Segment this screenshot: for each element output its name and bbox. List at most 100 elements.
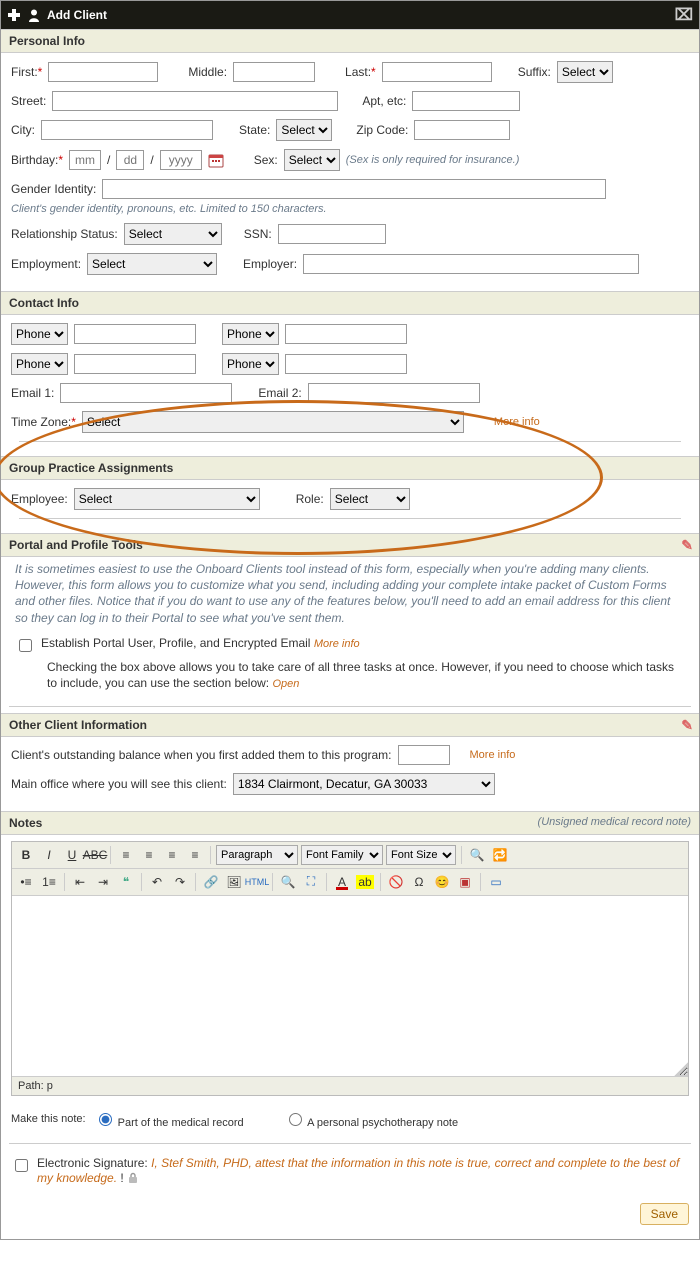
ssn-input[interactable]: [278, 224, 386, 244]
employee-select[interactable]: Select: [74, 488, 260, 510]
phone-1-input[interactable]: [74, 324, 196, 344]
section-portal-tools: Portal and Profile Tools ✎: [1, 533, 699, 557]
bullet-list-button[interactable]: •≡: [16, 872, 36, 892]
editor-toolbar-2: •≡ 1≡ ⇤ ⇥ ❝ ↶ ↷ 🔗 🖼 HTML 🔍 ⛶ A ab 🚫 Ω 😊 …: [12, 869, 688, 896]
phone-type-3[interactable]: Phone: [11, 353, 68, 375]
label-outstanding-balance: Client's outstanding balance when you fi…: [11, 748, 392, 762]
indent-button[interactable]: ⇥: [93, 872, 113, 892]
zip-input[interactable]: [414, 120, 510, 140]
sex-select[interactable]: Select: [284, 149, 340, 171]
media-button[interactable]: ▣: [455, 872, 475, 892]
label-zip: Zip Code:: [356, 123, 408, 137]
edit-icon[interactable]: ✎: [681, 537, 693, 554]
outdent-button[interactable]: ⇤: [70, 872, 90, 892]
last-input[interactable]: [382, 62, 492, 82]
signature-checkbox[interactable]: [15, 1159, 28, 1172]
state-select[interactable]: Select: [276, 119, 332, 141]
main-office-select[interactable]: 1834 Clairmont, Decatur, GA 30033: [233, 773, 495, 795]
html-button[interactable]: HTML: [247, 872, 267, 892]
save-button[interactable]: Save: [640, 1203, 689, 1225]
font-color-button[interactable]: A: [332, 872, 352, 892]
number-list-button[interactable]: 1≡: [39, 872, 59, 892]
paragraph-select[interactable]: Paragraph: [216, 845, 298, 865]
label-street: Street:: [11, 94, 46, 108]
phone-type-2[interactable]: Phone: [222, 323, 279, 345]
make-note-label: Make this note:: [11, 1113, 86, 1125]
clear-format-button[interactable]: 🚫: [386, 872, 406, 892]
role-select[interactable]: Select: [330, 488, 410, 510]
label-employee: Employee:: [11, 492, 68, 506]
suffix-select[interactable]: Select: [557, 61, 613, 83]
employer-input[interactable]: [303, 254, 639, 274]
label-suffix: Suffix:: [518, 65, 551, 79]
strike-button[interactable]: ABC: [85, 845, 105, 865]
apt-input[interactable]: [412, 91, 520, 111]
street-input[interactable]: [52, 91, 338, 111]
birthday-yyyy[interactable]: [160, 150, 202, 170]
email1-input[interactable]: [60, 383, 232, 403]
section-title: Portal and Profile Tools: [9, 538, 143, 552]
phone-2-input[interactable]: [285, 324, 407, 344]
establish-portal-more-info[interactable]: More info: [314, 638, 360, 650]
label-ssn: SSN:: [244, 227, 272, 241]
bg-color-button[interactable]: ab: [355, 872, 375, 892]
preview-button[interactable]: 🔍: [278, 872, 298, 892]
phone-3-input[interactable]: [74, 354, 196, 374]
phone-type-4[interactable]: Phone: [222, 353, 279, 375]
label-role: Role:: [296, 492, 324, 506]
align-center-button[interactable]: ≡: [139, 845, 159, 865]
gender-hint: Client's gender identity, pronouns, etc.…: [11, 203, 689, 215]
birthday-dd[interactable]: [116, 150, 144, 170]
signature-bang: !: [120, 1171, 123, 1185]
close-icon[interactable]: ⌧: [675, 5, 693, 25]
gender-input[interactable]: [102, 179, 606, 199]
timezone-more-info[interactable]: More info: [494, 416, 540, 428]
first-input[interactable]: [48, 62, 158, 82]
font-size-select[interactable]: Font Size: [386, 845, 456, 865]
align-left-button[interactable]: ≡: [116, 845, 136, 865]
italic-button[interactable]: I: [39, 845, 59, 865]
city-input[interactable]: [41, 120, 213, 140]
phone-type-1[interactable]: Phone: [11, 323, 68, 345]
employment-select[interactable]: Select: [87, 253, 217, 275]
balance-input[interactable]: [398, 745, 450, 765]
calendar-icon[interactable]: [208, 153, 224, 168]
notes-subtitle: (Unsigned medical record note): [538, 816, 691, 828]
special-char-button[interactable]: Ω: [409, 872, 429, 892]
editor-textarea[interactable]: [12, 896, 688, 1076]
section-notes: Notes (Unsigned medical record note): [1, 811, 699, 835]
birthday-mm[interactable]: [69, 150, 101, 170]
image-button[interactable]: 🖼: [224, 872, 244, 892]
label-first: First:*: [11, 65, 42, 79]
bold-button[interactable]: B: [16, 845, 36, 865]
phone-4-input[interactable]: [285, 354, 407, 374]
label-birthday: Birthday:*: [11, 153, 63, 167]
align-right-button[interactable]: ≡: [162, 845, 182, 865]
redo-button[interactable]: ↷: [170, 872, 190, 892]
replace-button[interactable]: 🔁: [490, 845, 510, 865]
window-button[interactable]: ▭: [486, 872, 506, 892]
underline-button[interactable]: U: [62, 845, 82, 865]
edit-icon[interactable]: ✎: [681, 717, 693, 734]
balance-more-info[interactable]: More info: [470, 749, 516, 761]
establish-portal-checkbox[interactable]: [19, 639, 32, 652]
portal-intro-text: It is sometimes easiest to use the Onboa…: [1, 557, 699, 636]
label-middle: Middle:: [188, 65, 227, 79]
email2-input[interactable]: [308, 383, 480, 403]
section-title: Notes: [9, 816, 42, 830]
font-family-select[interactable]: Font Family: [301, 845, 383, 865]
find-button[interactable]: 🔍: [467, 845, 487, 865]
middle-input[interactable]: [233, 62, 315, 82]
relstatus-select[interactable]: Select: [124, 223, 222, 245]
emoticon-button[interactable]: 😊: [432, 872, 452, 892]
fullscreen-button[interactable]: ⛶: [301, 872, 321, 892]
radio-medical-record[interactable]: Part of the medical record: [94, 1110, 244, 1129]
portal-open-link[interactable]: Open: [272, 678, 299, 690]
blockquote-button[interactable]: ❝: [116, 872, 136, 892]
align-justify-button[interactable]: ≡: [185, 845, 205, 865]
link-button[interactable]: 🔗: [201, 872, 221, 892]
timezone-select[interactable]: Select: [82, 411, 464, 433]
lock-icon: [127, 1172, 139, 1187]
radio-psychotherapy-note[interactable]: A personal psychotherapy note: [284, 1110, 459, 1129]
undo-button[interactable]: ↶: [147, 872, 167, 892]
